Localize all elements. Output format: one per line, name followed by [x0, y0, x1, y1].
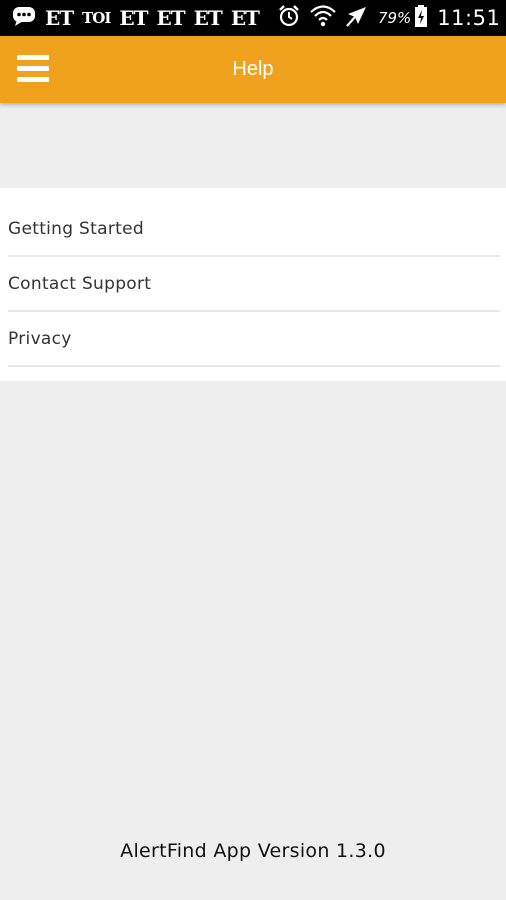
notification-et-5: ET — [230, 6, 260, 30]
airplane-mode-icon — [345, 4, 369, 32]
notification-toi: TOI — [82, 9, 111, 27]
notification-et-3: ET — [156, 6, 186, 30]
help-list: Getting Started Contact Support Privacy — [0, 188, 506, 381]
notification-et-1: ET — [45, 6, 74, 30]
system-icons: 79% 11:51 — [268, 4, 500, 32]
list-item-privacy[interactable]: Privacy — [8, 312, 500, 367]
list-item-label: Privacy — [8, 328, 72, 349]
app-version-text: AlertFind App Version 1.3.0 — [120, 840, 386, 862]
wifi-icon — [310, 4, 336, 32]
status-bar: ET TOI ET ET ET ET 79% 11:51 — [0, 0, 506, 36]
notification-icons: ET TOI ET ET ET ET — [12, 5, 268, 31]
list-item-label: Contact Support — [8, 273, 152, 294]
list-item-getting-started[interactable]: Getting Started — [8, 202, 500, 257]
notification-et-2: ET — [119, 6, 148, 30]
list-item-label: Getting Started — [8, 218, 144, 239]
clock: 11:51 — [437, 6, 501, 30]
alarm-icon — [277, 4, 301, 32]
battery-percentage: 79% — [377, 9, 412, 27]
battery-charging-icon — [414, 4, 428, 32]
notification-et-4: ET — [193, 6, 223, 30]
page-title: Help — [232, 58, 274, 80]
list-item-contact-support[interactable]: Contact Support — [8, 257, 500, 312]
app-bar: Help — [0, 36, 506, 103]
chat-icon — [12, 5, 36, 31]
